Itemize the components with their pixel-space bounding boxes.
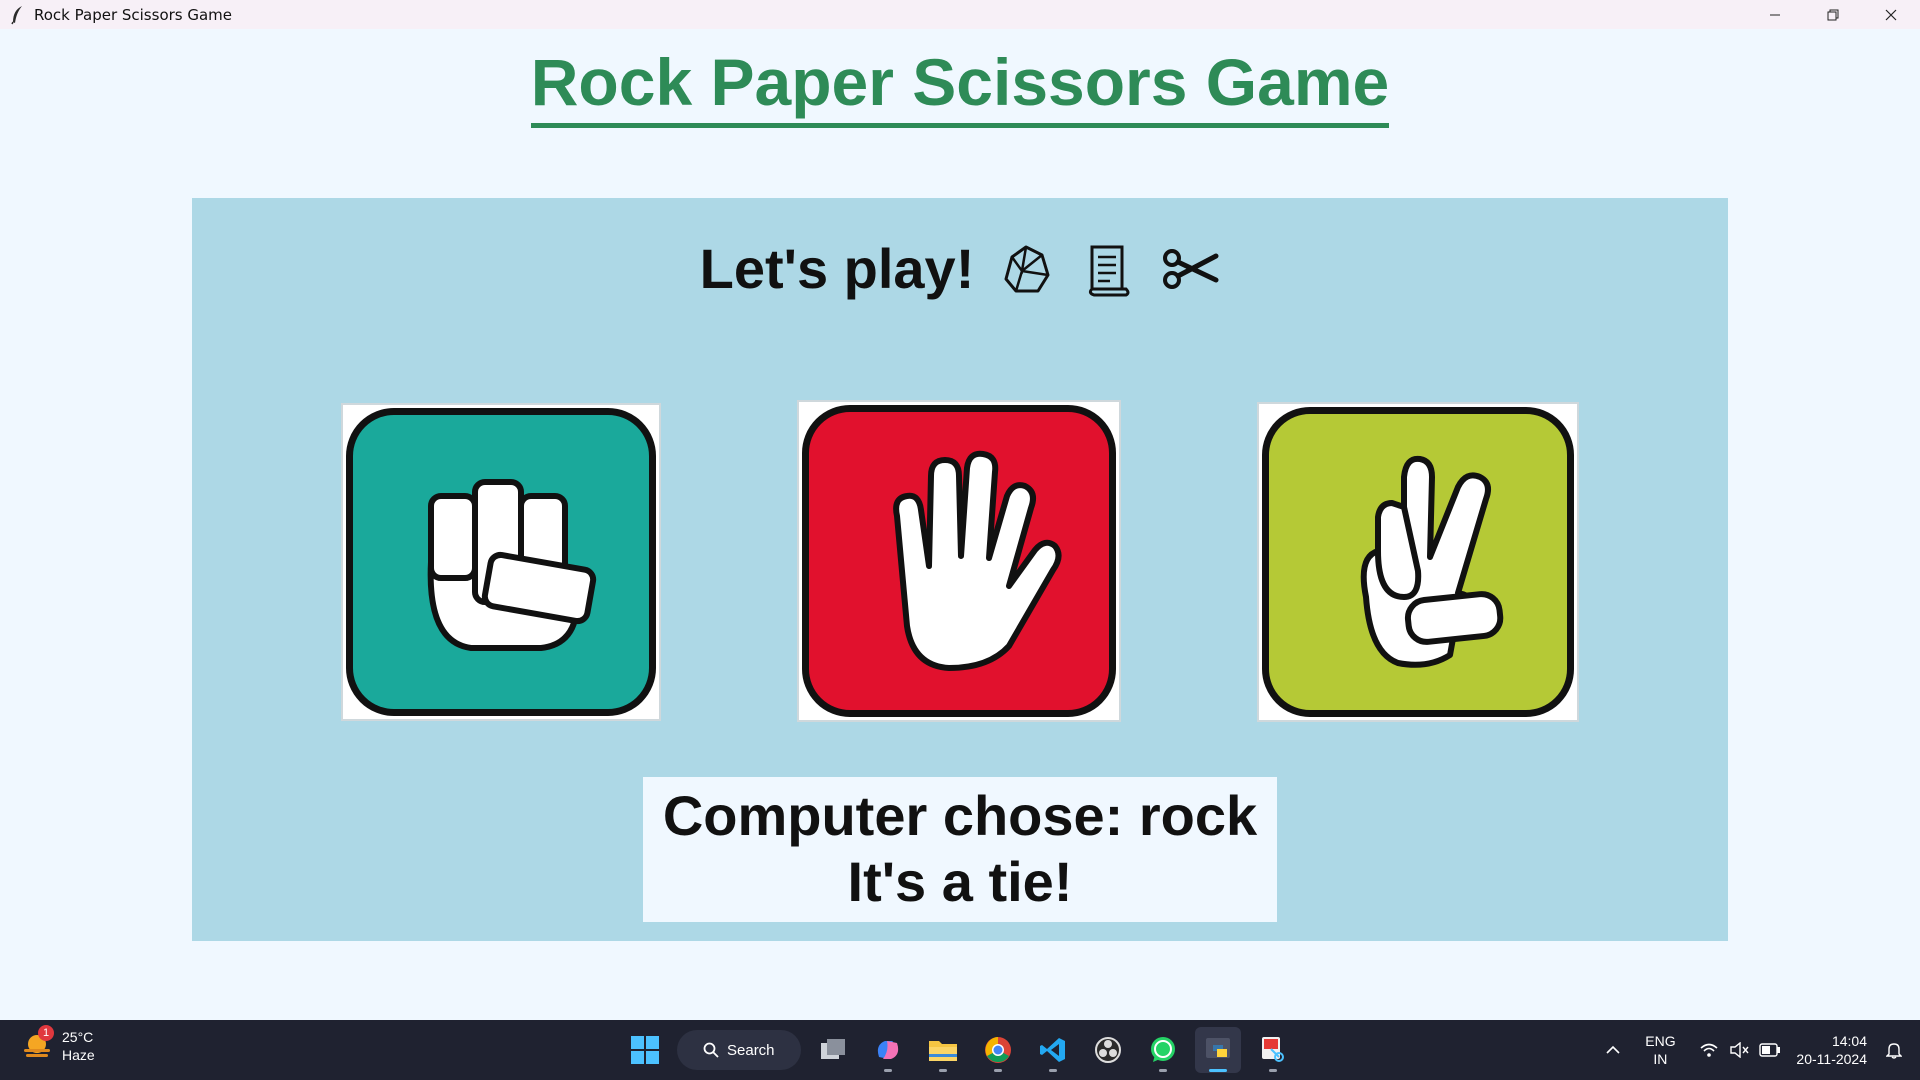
chevron-up-icon[interactable] (1605, 1045, 1621, 1055)
search-label: Search (727, 1041, 775, 1059)
python-feather-icon (1206, 1038, 1230, 1058)
obs-icon (1095, 1037, 1121, 1063)
outcome-text: It's a tie! (847, 850, 1073, 913)
notification-badge: 1 (38, 1025, 54, 1041)
heading-text: Let's play! (699, 237, 975, 300)
wifi-icon[interactable] (1699, 1042, 1719, 1058)
game-panel: Let's play! Computer chose: rock It's a … (192, 198, 1728, 941)
chrome-icon (985, 1037, 1011, 1063)
page-title: Rock Paper Scissors Game (530, 43, 1390, 128)
notification-bell-icon[interactable] (1886, 1041, 1902, 1059)
taskbar-clock[interactable]: 14:04 20-11-2024 (1796, 1032, 1867, 1068)
copilot-icon (877, 1041, 899, 1059)
snipping-tool-button[interactable] (1250, 1027, 1296, 1073)
chrome-button[interactable] (975, 1027, 1021, 1073)
result-panel: Computer chose: rock It's a tie! (643, 777, 1277, 922)
rock-button[interactable] (341, 403, 661, 721)
obs-button[interactable] (1085, 1027, 1131, 1073)
file-explorer-button[interactable] (920, 1027, 966, 1073)
paper-button[interactable] (797, 400, 1121, 722)
search-icon (703, 1042, 719, 1058)
close-icon (1885, 9, 1897, 20)
weather-haze-icon: 1 (20, 1025, 54, 1063)
weather-widget[interactable]: 1 25°C Haze (20, 1025, 95, 1064)
restore-button[interactable] (1804, 0, 1862, 29)
battery-icon[interactable] (1759, 1043, 1781, 1057)
task-view-button[interactable] (810, 1027, 856, 1073)
window-title: Rock Paper Scissors Game (34, 5, 233, 24)
weather-temp: 25°C (62, 1029, 94, 1045)
clock-time: 14:04 (1831, 1033, 1867, 1049)
taskbar: 1 25°C Haze Search ENG IN 14:04 20-11-20… (0, 1020, 1920, 1080)
rock-icon (996, 239, 1056, 299)
computer-choice-text: Computer chose: rock (662, 784, 1258, 847)
restore-icon (1827, 9, 1839, 20)
weather-desc: Haze (62, 1047, 95, 1063)
fist-icon (427, 479, 597, 651)
language-indicator[interactable]: ENG IN (1636, 1032, 1684, 1068)
close-button[interactable] (1862, 0, 1920, 29)
app-window: Rock Paper Scissors Game Let's play! Com… (0, 29, 1920, 1020)
snipping-tool-icon (1262, 1037, 1284, 1062)
start-button[interactable] (622, 1027, 668, 1073)
peace-sign-icon (1360, 455, 1504, 668)
windows-icon (631, 1036, 659, 1064)
python-app-button[interactable] (1195, 1027, 1241, 1073)
minimize-button[interactable] (1746, 0, 1804, 29)
copilot-button[interactable] (865, 1027, 911, 1073)
minimize-icon (1770, 14, 1780, 15)
window-title-bar: Rock Paper Scissors Game (0, 0, 1920, 29)
feather-icon (6, 4, 28, 26)
task-view-icon (821, 1039, 845, 1059)
scissors-icon (1160, 239, 1220, 299)
folder-icon (929, 1041, 957, 1061)
vscode-icon (1040, 1038, 1065, 1062)
whatsapp-icon (1151, 1037, 1175, 1062)
scissors-button[interactable] (1257, 402, 1579, 722)
open-hand-icon (893, 450, 1062, 671)
volume-muted-icon[interactable] (1729, 1042, 1749, 1058)
taskbar-search[interactable]: Search (677, 1030, 801, 1070)
scroll-icon (1078, 239, 1138, 299)
vscode-button[interactable] (1030, 1027, 1076, 1073)
clock-date: 20-11-2024 (1796, 1051, 1867, 1067)
whatsapp-button[interactable] (1140, 1027, 1186, 1073)
